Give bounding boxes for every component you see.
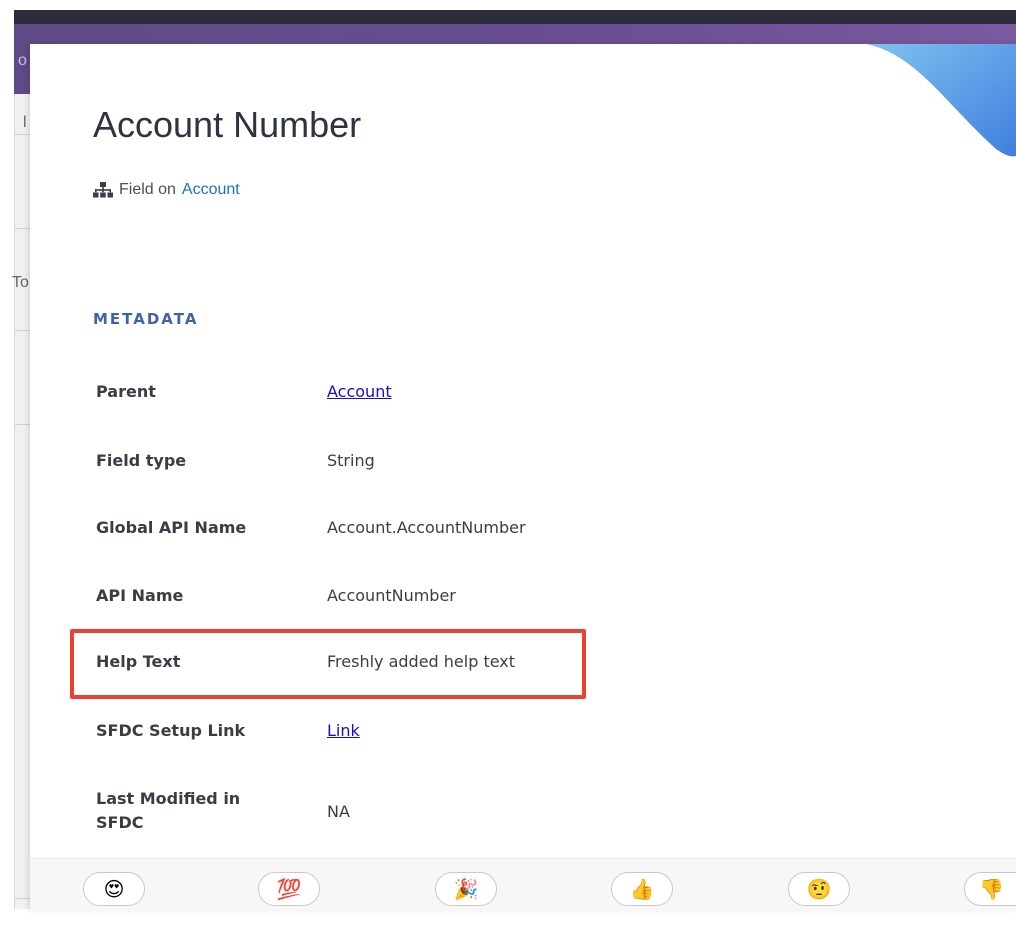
reaction-party-button[interactable]: 🎉 (435, 872, 497, 906)
bg-divider (15, 424, 31, 425)
window-top-edge (0, 0, 1016, 10)
background-bottom (14, 909, 1016, 926)
row-label-field-type: Field type (96, 451, 187, 470)
reaction-heart-eyes-button[interactable]: 😍 (83, 872, 145, 906)
row-value-api-name: AccountNumber (327, 586, 456, 605)
bg-divider (15, 228, 31, 229)
parent-object-link[interactable]: Account (182, 181, 240, 199)
bg-divider (15, 134, 31, 135)
row-label-api-name: API Name (96, 586, 184, 605)
reaction-bar (30, 858, 1016, 910)
app-dark-header (14, 10, 1016, 24)
field-detail-modal (30, 44, 1016, 909)
hundred-points-icon: 💯 (276, 877, 302, 901)
bg-divider (15, 898, 31, 899)
screen: o l To Account Number Field on Account M… (0, 0, 1016, 926)
thumbs-up-icon: 👍 (629, 877, 655, 901)
row-value-last-modified: NA (327, 802, 350, 821)
row-label-global-api-name: Global API Name (96, 518, 247, 537)
raised-eyebrow-icon: 🤨 (806, 877, 832, 901)
party-popper-icon: 🎉 (453, 877, 479, 901)
hierarchy-icon (93, 182, 113, 198)
parent-link[interactable]: Account (327, 380, 392, 404)
page-title: Account Number (93, 104, 362, 145)
sfdc-setup-link[interactable]: Link (327, 719, 360, 743)
reaction-hundred-button[interactable]: 💯 (258, 872, 320, 906)
thumbs-down-icon: 👎 (979, 877, 1004, 901)
object-breadcrumb: Field on Account (93, 179, 240, 201)
reaction-thumbs-down-button[interactable]: 👎 (964, 872, 1016, 906)
subtitle-prefix: Field on (119, 181, 176, 198)
decorative-wave (866, 44, 1016, 157)
heart-eyes-icon: 😍 (103, 877, 125, 901)
bg-text-fragment: l (23, 114, 27, 131)
bg-text-fragment: To (12, 274, 29, 291)
bg-divider (15, 330, 31, 331)
section-heading: METADATA (93, 310, 199, 328)
row-label-help-text: Help Text (96, 652, 181, 671)
row-label-parent: Parent (96, 382, 156, 401)
row-value-field-type: String (327, 451, 375, 470)
reaction-thumbs-up-button[interactable]: 👍 (611, 872, 673, 906)
reaction-raised-eyebrow-button[interactable]: 🤨 (788, 872, 850, 906)
row-value-global-api-name: Account.AccountNumber (327, 518, 526, 537)
background-app-panel: l To (12, 94, 31, 909)
row-label-sfdc-setup-link: SFDC Setup Link (96, 721, 246, 740)
row-label-last-modified: Last Modified in SFDC (96, 789, 241, 832)
row-value-help-text: Freshly added help text (327, 652, 516, 671)
bg-header-char: o (18, 52, 27, 69)
